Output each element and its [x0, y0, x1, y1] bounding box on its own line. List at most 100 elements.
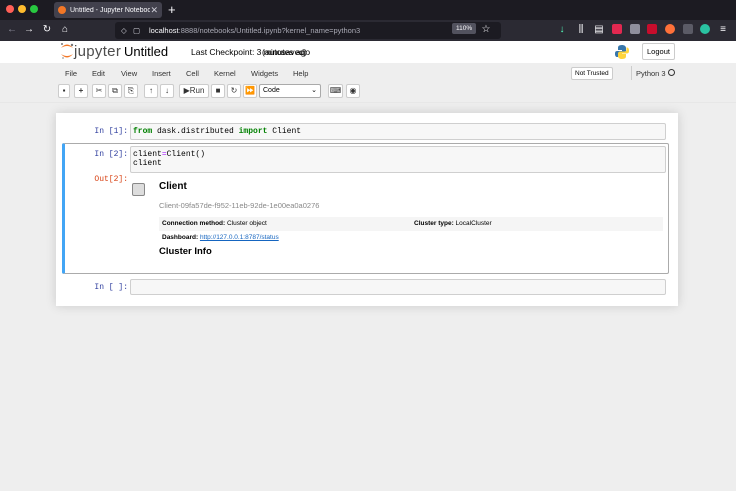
cell-1-prompt: In [1]: [94, 127, 128, 136]
table-row: Connection method: Cluster object Cluste… [159, 217, 663, 231]
reload-icon[interactable]: ↻ [40, 23, 54, 37]
run-label: Run [189, 86, 205, 95]
client-heading: Client [159, 181, 187, 192]
cell-2-prompt: In [2]: [94, 150, 128, 159]
extension-orange-icon[interactable] [665, 24, 675, 34]
restart-run-all-icon[interactable]: ⏩ [243, 84, 257, 98]
app-menu-icon[interactable]: ≡ [716, 23, 730, 37]
python-logo-icon [615, 45, 629, 59]
menu-edit[interactable]: Edit [92, 69, 105, 78]
jupyter-logo-text: jupyter [74, 42, 122, 60]
cut-icon[interactable]: ✂ [92, 84, 106, 98]
not-trusted-button[interactable]: Not Trusted [571, 67, 613, 80]
minimize-window-button[interactable] [18, 5, 26, 13]
menu-separator [631, 66, 632, 80]
menu-bar: File Edit View Insert Cell Kernel Widget… [56, 65, 678, 83]
download-icon[interactable]: ↓ [555, 23, 569, 37]
move-up-icon[interactable]: ↑ [144, 84, 158, 98]
close-tab-icon[interactable]: ✕ [150, 5, 158, 16]
code-text: Client [267, 127, 302, 136]
notebook-toolbar: ▪ + ✂ ⧉ ⎘ ↑ ↓ ▶Run ■ ↻ ⏩ Code ⌄ ⌨ ◉ [56, 84, 678, 100]
menu-cell[interactable]: Cell [186, 69, 199, 78]
jupyter-page: jupyter Untitled Last Checkpoint: 3 minu… [0, 41, 736, 491]
stop-icon[interactable]: ■ [211, 84, 225, 98]
run-button[interactable]: ▶Run [179, 84, 209, 98]
url-path: :8888/notebooks/Untitled.ipynb?kernel_na… [178, 26, 361, 35]
jupyter-favicon-icon [58, 6, 66, 14]
code-keyword: from [133, 127, 153, 136]
library-icon[interactable]: ⫼ [574, 23, 588, 37]
menu-widgets[interactable]: Widgets [251, 69, 278, 78]
close-window-button[interactable] [6, 5, 14, 13]
logout-button[interactable]: Logout [642, 43, 675, 60]
code-text: client [133, 159, 162, 168]
shield-icon[interactable]: ◇ [121, 22, 127, 39]
menu-insert[interactable]: Insert [152, 69, 171, 78]
kernel-name[interactable]: Python 3 [636, 69, 666, 78]
keyboard-icon[interactable]: ⌨ [328, 84, 343, 98]
cluster-type: Cluster type: LocalCluster [414, 217, 492, 231]
code-text: client [133, 150, 162, 159]
extension-red-icon[interactable] [612, 24, 622, 34]
extension-abp-icon[interactable] [647, 24, 657, 34]
jupyter-logo[interactable]: jupyter [60, 42, 121, 60]
address-bar[interactable]: ◇ ▢ localhost:8888/notebooks/Untitled.ip… [115, 22, 501, 39]
menu-file[interactable]: File [65, 69, 77, 78]
maximize-window-button[interactable] [30, 5, 38, 13]
notebook-title[interactable]: Untitled [124, 44, 168, 59]
lock-icon[interactable]: ▢ [133, 22, 140, 39]
cluster-type-label: Cluster type: [414, 220, 454, 227]
jupyter-orbit-icon [61, 43, 74, 59]
cell-3-prompt: In [ ]: [94, 283, 128, 292]
code-text: dask.distributed [152, 127, 239, 136]
move-down-icon[interactable]: ↓ [160, 84, 174, 98]
cell-2-output-prompt: Out[2]: [94, 175, 128, 184]
back-arrow-icon[interactable]: ← [5, 23, 19, 37]
browser-tab-bar: Untitled - Jupyter Notebook ✕ + [0, 0, 736, 20]
home-icon[interactable]: ⌂ [58, 23, 72, 37]
cell-type-select[interactable]: Code ⌄ [259, 84, 321, 98]
menu-view[interactable]: View [121, 69, 137, 78]
browser-tab[interactable]: Untitled - Jupyter Notebook ✕ [54, 2, 162, 18]
zoom-level-badge[interactable]: 110% [452, 23, 477, 34]
cell-1-input[interactable]: from dask.distributed import Client [130, 123, 666, 140]
connection-method: Connection method: Cluster object [162, 217, 267, 231]
forward-arrow-icon[interactable]: → [22, 23, 36, 37]
menu-help[interactable]: Help [293, 69, 308, 78]
client-id: Client-09fa57de-f952-11eb-92de-1e00ea0a0… [159, 201, 320, 210]
tab-title: Untitled - Jupyter Notebook [70, 6, 151, 14]
client-info-table: Connection method: Cluster object Cluste… [159, 217, 663, 245]
cell-type-value: Code [263, 87, 280, 94]
table-row: Dashboard: http://127.0.0.1:8787/status [159, 231, 663, 245]
sidebar-icon[interactable]: ▤ [592, 23, 606, 37]
url-host: localhost [149, 26, 179, 35]
extension-green-icon[interactable] [700, 24, 710, 34]
dashboard: Dashboard: http://127.0.0.1:8787/status [162, 231, 279, 245]
code-keyword: import [238, 127, 268, 136]
insert-cell-icon[interactable]: + [74, 84, 88, 98]
dashboard-link[interactable]: http://127.0.0.1:8787/status [200, 234, 279, 241]
kernel-idle-indicator-icon [668, 69, 675, 76]
extension-gray-icon[interactable] [630, 24, 640, 34]
autosave-status: (autosaved) [262, 47, 307, 57]
cluster-info-heading[interactable]: Cluster Info [159, 246, 212, 257]
jupyter-header: jupyter Untitled Last Checkpoint: 3 minu… [0, 41, 736, 63]
github-icon[interactable]: ◉ [346, 84, 360, 98]
cell-3-input[interactable] [130, 279, 666, 295]
new-tab-button[interactable]: + [168, 2, 176, 18]
restart-icon[interactable]: ↻ [227, 84, 241, 98]
connection-method-label: Connection method: [162, 220, 226, 227]
save-icon[interactable]: ▪ [58, 84, 70, 98]
dashboard-label: Dashboard: [162, 234, 199, 241]
copy-icon[interactable]: ⧉ [108, 84, 122, 98]
bookmark-star-icon[interactable]: ☆ [479, 23, 493, 37]
notebook-container: In [1]: from dask.distributed import Cli… [56, 113, 678, 306]
client-widget-icon [132, 183, 145, 196]
menu-kernel[interactable]: Kernel [214, 69, 236, 78]
extension-dark-icon[interactable] [683, 24, 693, 34]
cell-2-input[interactable]: client=Client() client [130, 146, 666, 173]
cluster-type-value: LocalCluster [453, 220, 492, 227]
paste-icon[interactable]: ⎘ [124, 84, 138, 98]
chevron-down-icon: ⌄ [311, 87, 317, 94]
code-text: Client() [166, 150, 206, 159]
